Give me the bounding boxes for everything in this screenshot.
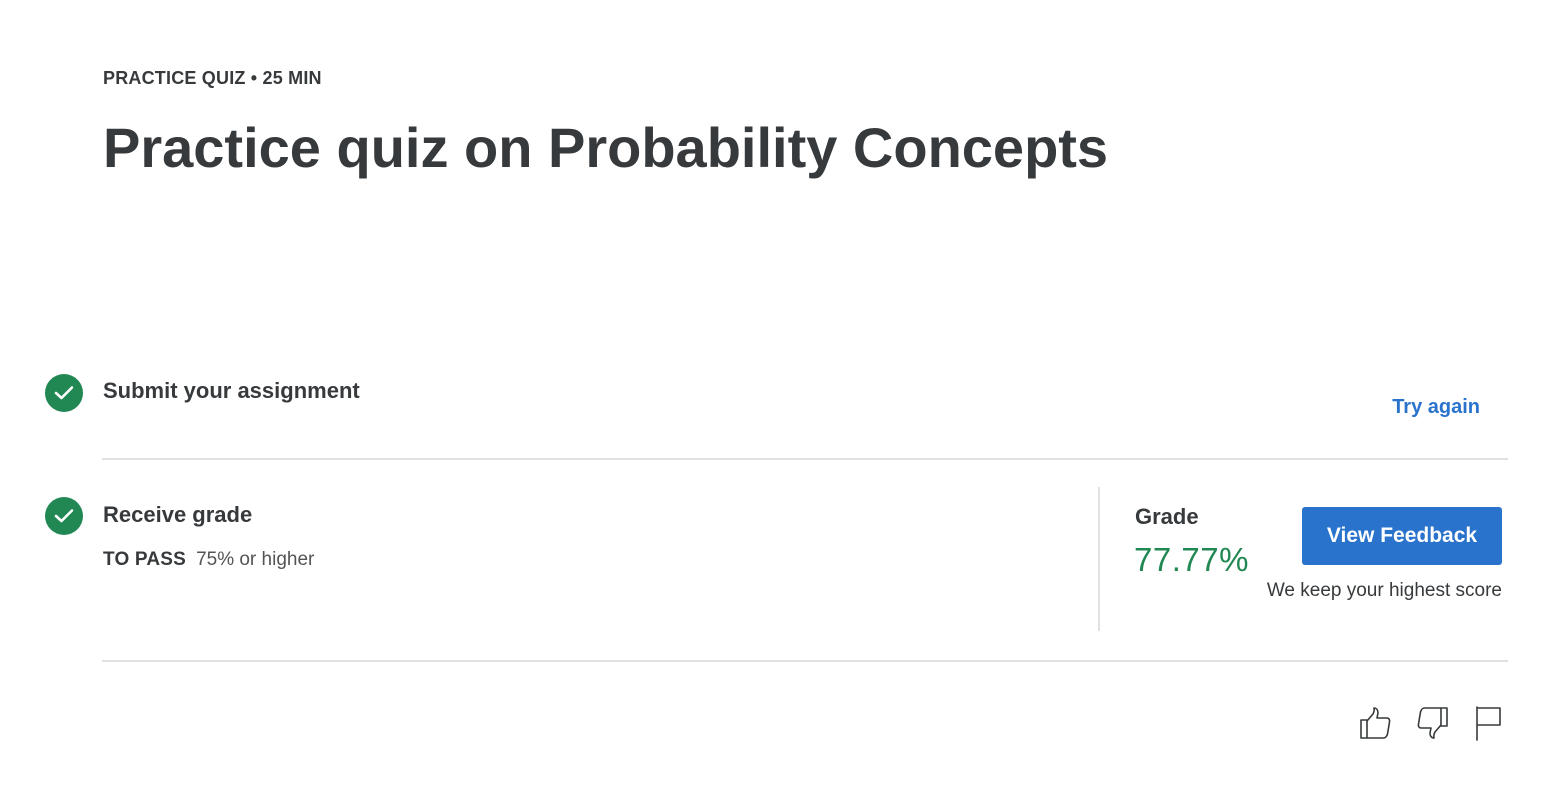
pass-requirement-value: 75% or higher xyxy=(196,549,315,570)
submit-step-label: Submit your assignment xyxy=(103,378,360,403)
receive-grade-step-label: Receive grade xyxy=(103,502,253,527)
divider xyxy=(102,660,1508,662)
quiz-type-duration: PRACTICE QUIZ • 25 MIN xyxy=(103,68,322,88)
grade-label: Grade xyxy=(1135,504,1199,529)
highest-score-note: We keep your highest score xyxy=(1266,580,1502,601)
thumbs-down-icon[interactable] xyxy=(1415,705,1451,741)
view-feedback-button[interactable]: View Feedback xyxy=(1302,507,1502,565)
pass-requirement-label: TO PASS xyxy=(103,549,187,570)
check-circle-icon xyxy=(45,497,83,535)
quiz-page: PRACTICE QUIZ • 25 MIN Practice quiz on … xyxy=(0,0,1542,786)
vertical-divider xyxy=(1098,487,1100,631)
page-title: Practice quiz on Probability Concepts xyxy=(103,116,1109,179)
check-circle-icon xyxy=(45,374,83,412)
thumbs-up-icon[interactable] xyxy=(1357,705,1393,741)
flag-icon[interactable] xyxy=(1472,705,1508,741)
try-again-link[interactable]: Try again xyxy=(1392,396,1480,419)
divider xyxy=(102,458,1508,460)
grade-value: 77.77% xyxy=(1134,541,1249,578)
pass-requirement: TO PASS 75% or higher xyxy=(103,549,314,571)
